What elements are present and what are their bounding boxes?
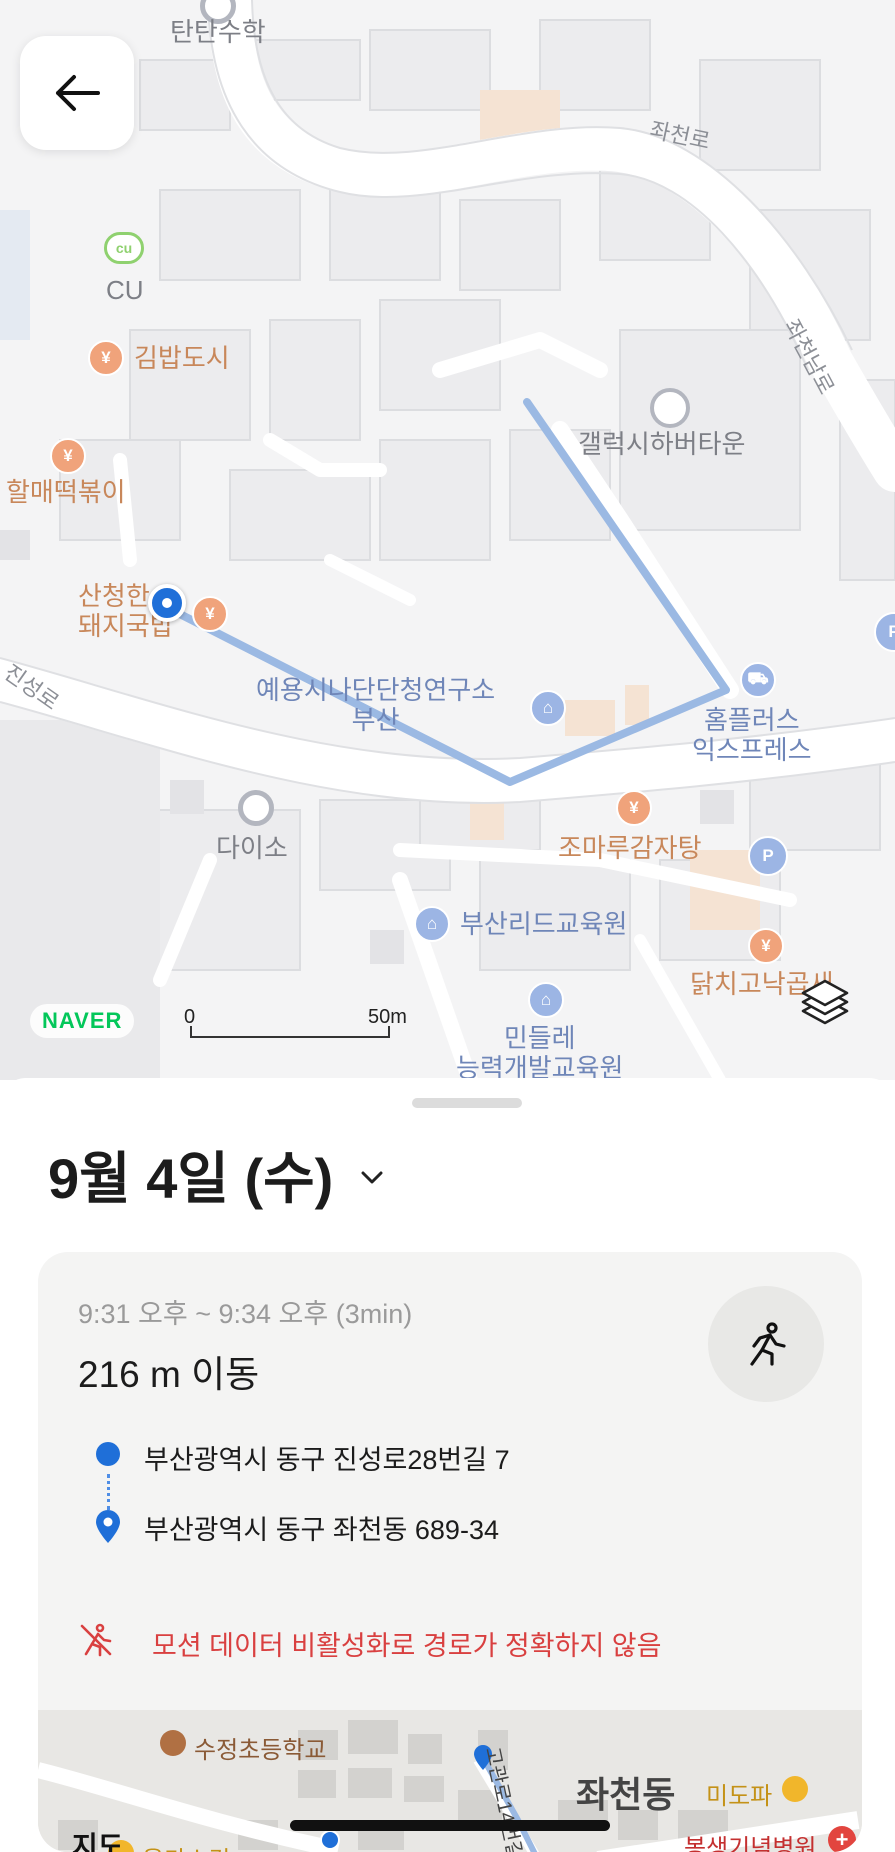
poi-label-gimbap[interactable]: 김밥도시 [134, 343, 230, 374]
walk-mode-button[interactable] [708, 1286, 824, 1402]
restaurant-icon[interactable]: ¥ [88, 340, 124, 376]
arrow-left-icon [56, 75, 100, 111]
cart-icon[interactable]: ⛟ [740, 662, 776, 698]
poi-label-daiso[interactable]: 다이소 [216, 833, 288, 864]
poi-label-cu[interactable]: CU [106, 275, 144, 306]
poi-label-galaxy-harbor[interactable]: 갤럭시하버타운 [578, 429, 745, 460]
poi-label-yeyong[interactable]: 예용시나단단청연구소 부산 [256, 675, 495, 736]
date-selector[interactable]: 9월 4일 (수) [48, 1134, 383, 1215]
store-icon [782, 1776, 808, 1802]
poi-label-jomaru[interactable]: 조마루감자탕 [558, 833, 702, 864]
start-location-marker[interactable] [148, 584, 186, 622]
restaurant-icon[interactable]: ¥ [192, 596, 228, 632]
end-address: 부산광역시 동구 좌천동 689-34 [144, 1515, 499, 1545]
academy-icon[interactable]: ⌂ [528, 982, 564, 1018]
daiso-pin[interactable] [238, 790, 274, 826]
back-button[interactable] [20, 36, 134, 150]
walking-person-icon [750, 1322, 786, 1366]
building-icon[interactable] [650, 388, 690, 428]
poi-label-mindeulle[interactable]: 민들레 능력개발교육원 [456, 1023, 623, 1080]
mini-label-hospital: 봉생기념병원 [684, 1835, 817, 1852]
cu-store-icon[interactable]: cu [104, 232, 144, 264]
poi-label-busan-lead[interactable]: 부산리드교육원 [460, 909, 627, 940]
motion-warning-text: 모션 데이터 비활성화로 경로가 정확하지 않음 [152, 1631, 662, 1661]
restaurant-icon[interactable]: ¥ [616, 790, 652, 826]
academy-icon[interactable]: ⌂ [530, 690, 566, 726]
restaurant-icon[interactable]: ¥ [50, 438, 86, 474]
main-map[interactable]: 탄탄수학 좌천로 cu CU ¥ 김밥도시 좌천남로 갤럭시하버타운 ¥ 할매떡… [0, 0, 895, 1080]
mini-label-midopa: 미도파 [706, 1783, 773, 1810]
sheet-grabber[interactable] [412, 1098, 522, 1108]
trip-distance: 216 m 이동 [78, 1354, 260, 1395]
poi-label-tantan-math[interactable]: 탄탄수학 [170, 17, 266, 48]
chevron-down-icon [361, 1171, 383, 1183]
parking-icon[interactable]: P [748, 836, 788, 876]
date-title: 9월 4일 (수) [48, 1147, 334, 1210]
bottom-sheet: 9월 4일 (수) 9:31 오후 ~ 9:34 오후 (3min) 216 m… [0, 1078, 895, 1852]
restaurant-icon[interactable]: ¥ [748, 928, 784, 964]
motion-disabled-icon [80, 1623, 112, 1657]
end-point-pin-icon [96, 1510, 120, 1543]
home-indicator[interactable] [290, 1820, 610, 1831]
start-address: 부산광역시 동구 진성로28번길 7 [144, 1445, 510, 1475]
mini-label-school: 수정초등학교 [194, 1737, 327, 1764]
naver-logo: NAVER [30, 1004, 135, 1038]
mini-label-olgaskin: 올가스킨 [142, 1840, 230, 1852]
map-scale-bar: 0 50m [184, 1006, 407, 1038]
apple-maps-attribution: 지도 [72, 1831, 124, 1852]
map-layers-button[interactable] [796, 974, 854, 1032]
school-icon [160, 1730, 186, 1756]
poi-label-homeplus[interactable]: 홈플러스 익스프레스 [692, 705, 812, 766]
mini-label-jwacheon-dong: 좌천동 [576, 1774, 676, 1815]
academy-icon[interactable]: ⌂ [414, 906, 450, 942]
hospital-icon: + [828, 1826, 856, 1852]
route-connector [107, 1474, 110, 1510]
poi-label-halmae[interactable]: 할매떡볶이 [6, 477, 126, 508]
trip-card[interactable]: 9:31 오후 ~ 9:34 오후 (3min) 216 m 이동 부산광역시 … [38, 1252, 862, 1852]
trip-time-range: 9:31 오후 ~ 9:34 오후 (3min) [78, 1299, 413, 1329]
layers-icon [801, 979, 849, 1025]
start-point-icon [96, 1442, 120, 1466]
